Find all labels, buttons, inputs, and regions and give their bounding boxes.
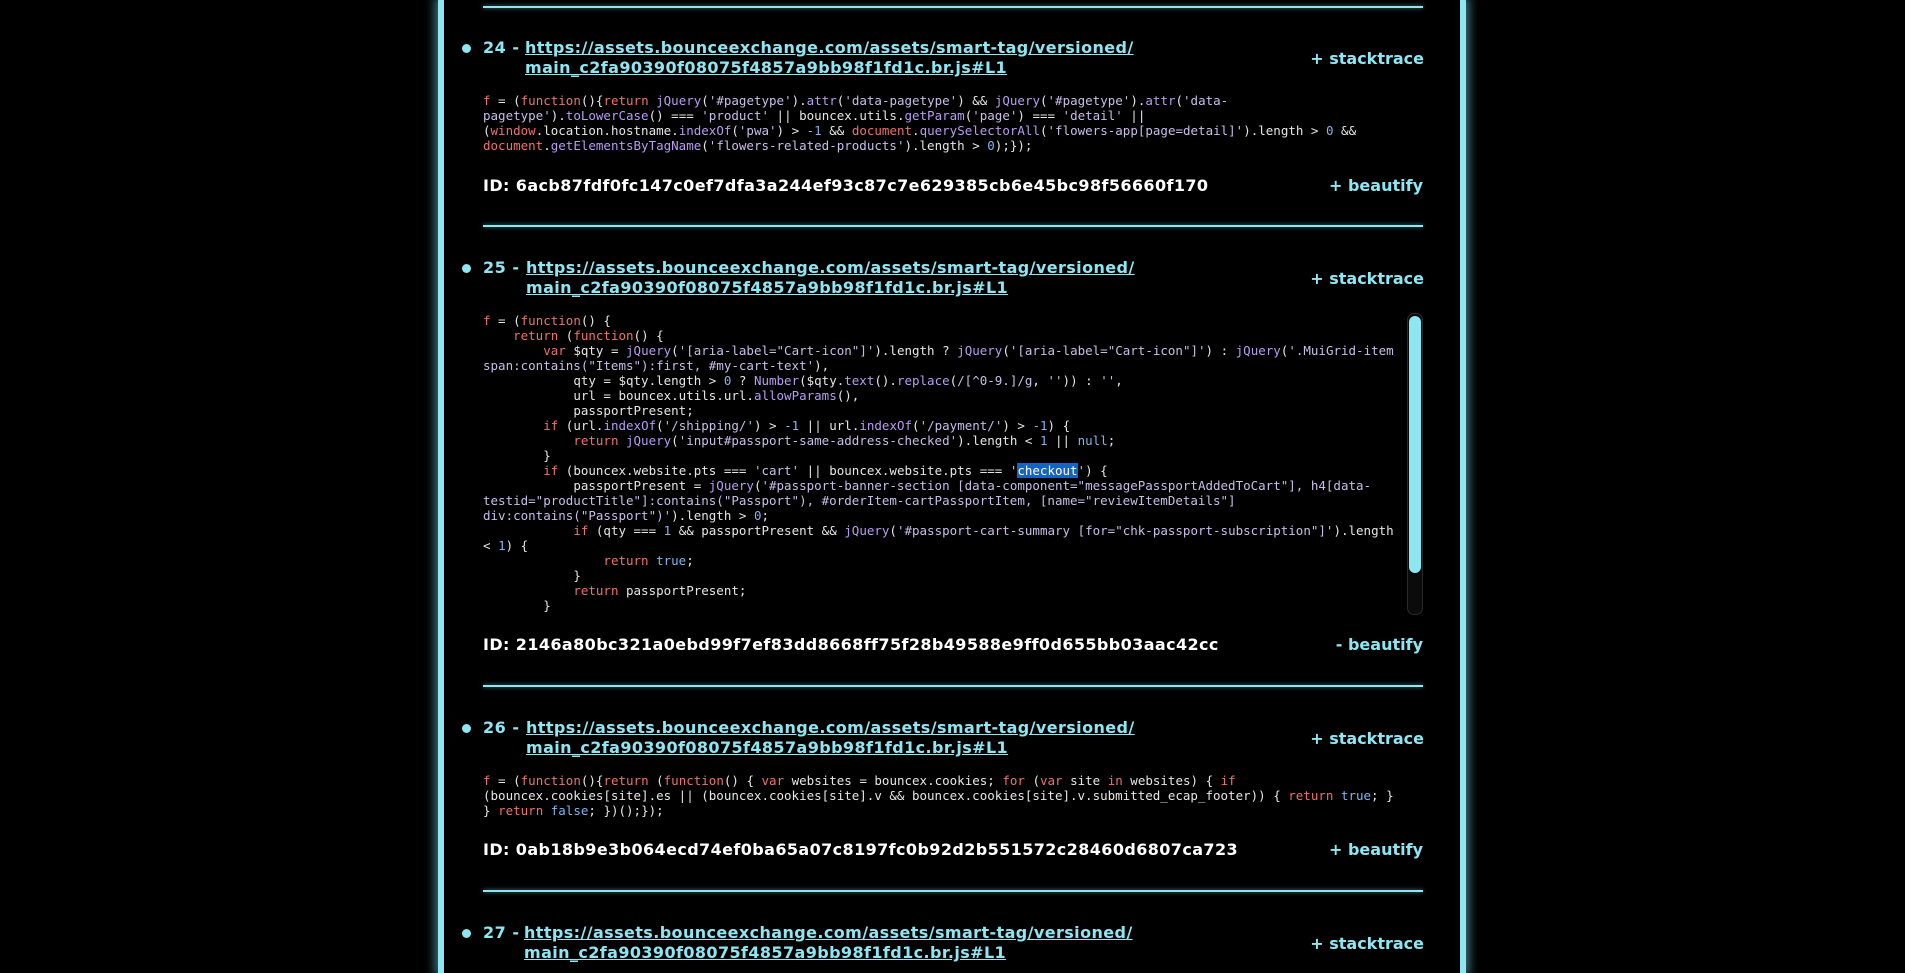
- entry-27-header: 27 - https://assets.bounceexchange.com/a…: [444, 923, 1424, 967]
- beautify-toggle[interactable]: + beautify: [1329, 176, 1423, 195]
- stacktrace-toggle[interactable]: + stacktrace: [1310, 49, 1424, 68]
- bullet-icon: [462, 724, 471, 733]
- entry-number: 27 -: [483, 923, 520, 942]
- divider: [483, 6, 1423, 8]
- entry-number: 24 -: [483, 38, 520, 57]
- entry-number: 26 -: [483, 718, 520, 737]
- script-entries-panel: 24 - https://assets.bounceexchange.com/a…: [444, 0, 1460, 973]
- entry-url-link[interactable]: https://assets.bounceexchange.com/assets…: [524, 923, 1144, 963]
- divider: [483, 685, 1423, 687]
- entry-id-row: ID: 2146a80bc321a0ebd99f7ef83dd8668ff75f…: [483, 635, 1423, 655]
- code-scrollbar[interactable]: [1407, 313, 1423, 615]
- code-block: f = (function(){return jQuery('#pagetype…: [483, 93, 1364, 153]
- stacktrace-toggle[interactable]: + stacktrace: [1310, 269, 1424, 288]
- beautify-toggle[interactable]: - beautify: [1336, 635, 1423, 654]
- stacktrace-toggle[interactable]: + stacktrace: [1310, 729, 1424, 748]
- beautified-code-block[interactable]: f = (function() { return (function() { v…: [483, 313, 1401, 613]
- entry-id: ID: 0ab18b9e3b064ecd74ef0ba65a07c8197fc0…: [483, 840, 1239, 859]
- entry-number: 25 -: [483, 258, 520, 277]
- entry-id: ID: 2146a80bc321a0ebd99f7ef83dd8668ff75f…: [483, 635, 1219, 654]
- entry-25-header: 25 - https://assets.bounceexchange.com/a…: [444, 258, 1424, 302]
- search-highlight: checkout: [1017, 463, 1078, 478]
- bullet-icon: [462, 44, 471, 53]
- code-block: f = (function(){return (function() { var…: [483, 773, 1402, 818]
- divider: [483, 225, 1423, 227]
- bullet-icon: [462, 929, 471, 938]
- entry-24-header: 24 - https://assets.bounceexchange.com/a…: [444, 38, 1424, 82]
- entry-id-row: ID: 0ab18b9e3b064ecd74ef0ba65a07c8197fc0…: [483, 840, 1423, 860]
- right-frame-border: [1460, 0, 1466, 973]
- entry-url-link[interactable]: https://assets.bounceexchange.com/assets…: [526, 258, 1146, 298]
- entry-26-header: 26 - https://assets.bounceexchange.com/a…: [444, 718, 1424, 762]
- scrollbar-thumb[interactable]: [1409, 316, 1421, 573]
- bullet-icon: [462, 264, 471, 273]
- divider: [483, 890, 1423, 892]
- beautify-toggle[interactable]: + beautify: [1329, 840, 1423, 859]
- stacktrace-toggle[interactable]: + stacktrace: [1310, 934, 1424, 953]
- entry-id-row: ID: 6acb87fdf0fc147c0ef7dfa3a244ef93c87c…: [483, 176, 1423, 196]
- entry-id: ID: 6acb87fdf0fc147c0ef7dfa3a244ef93c87c…: [483, 176, 1209, 195]
- entry-url-link[interactable]: https://assets.bounceexchange.com/assets…: [526, 718, 1146, 758]
- entry-url-link[interactable]: https://assets.bounceexchange.com/assets…: [525, 38, 1145, 78]
